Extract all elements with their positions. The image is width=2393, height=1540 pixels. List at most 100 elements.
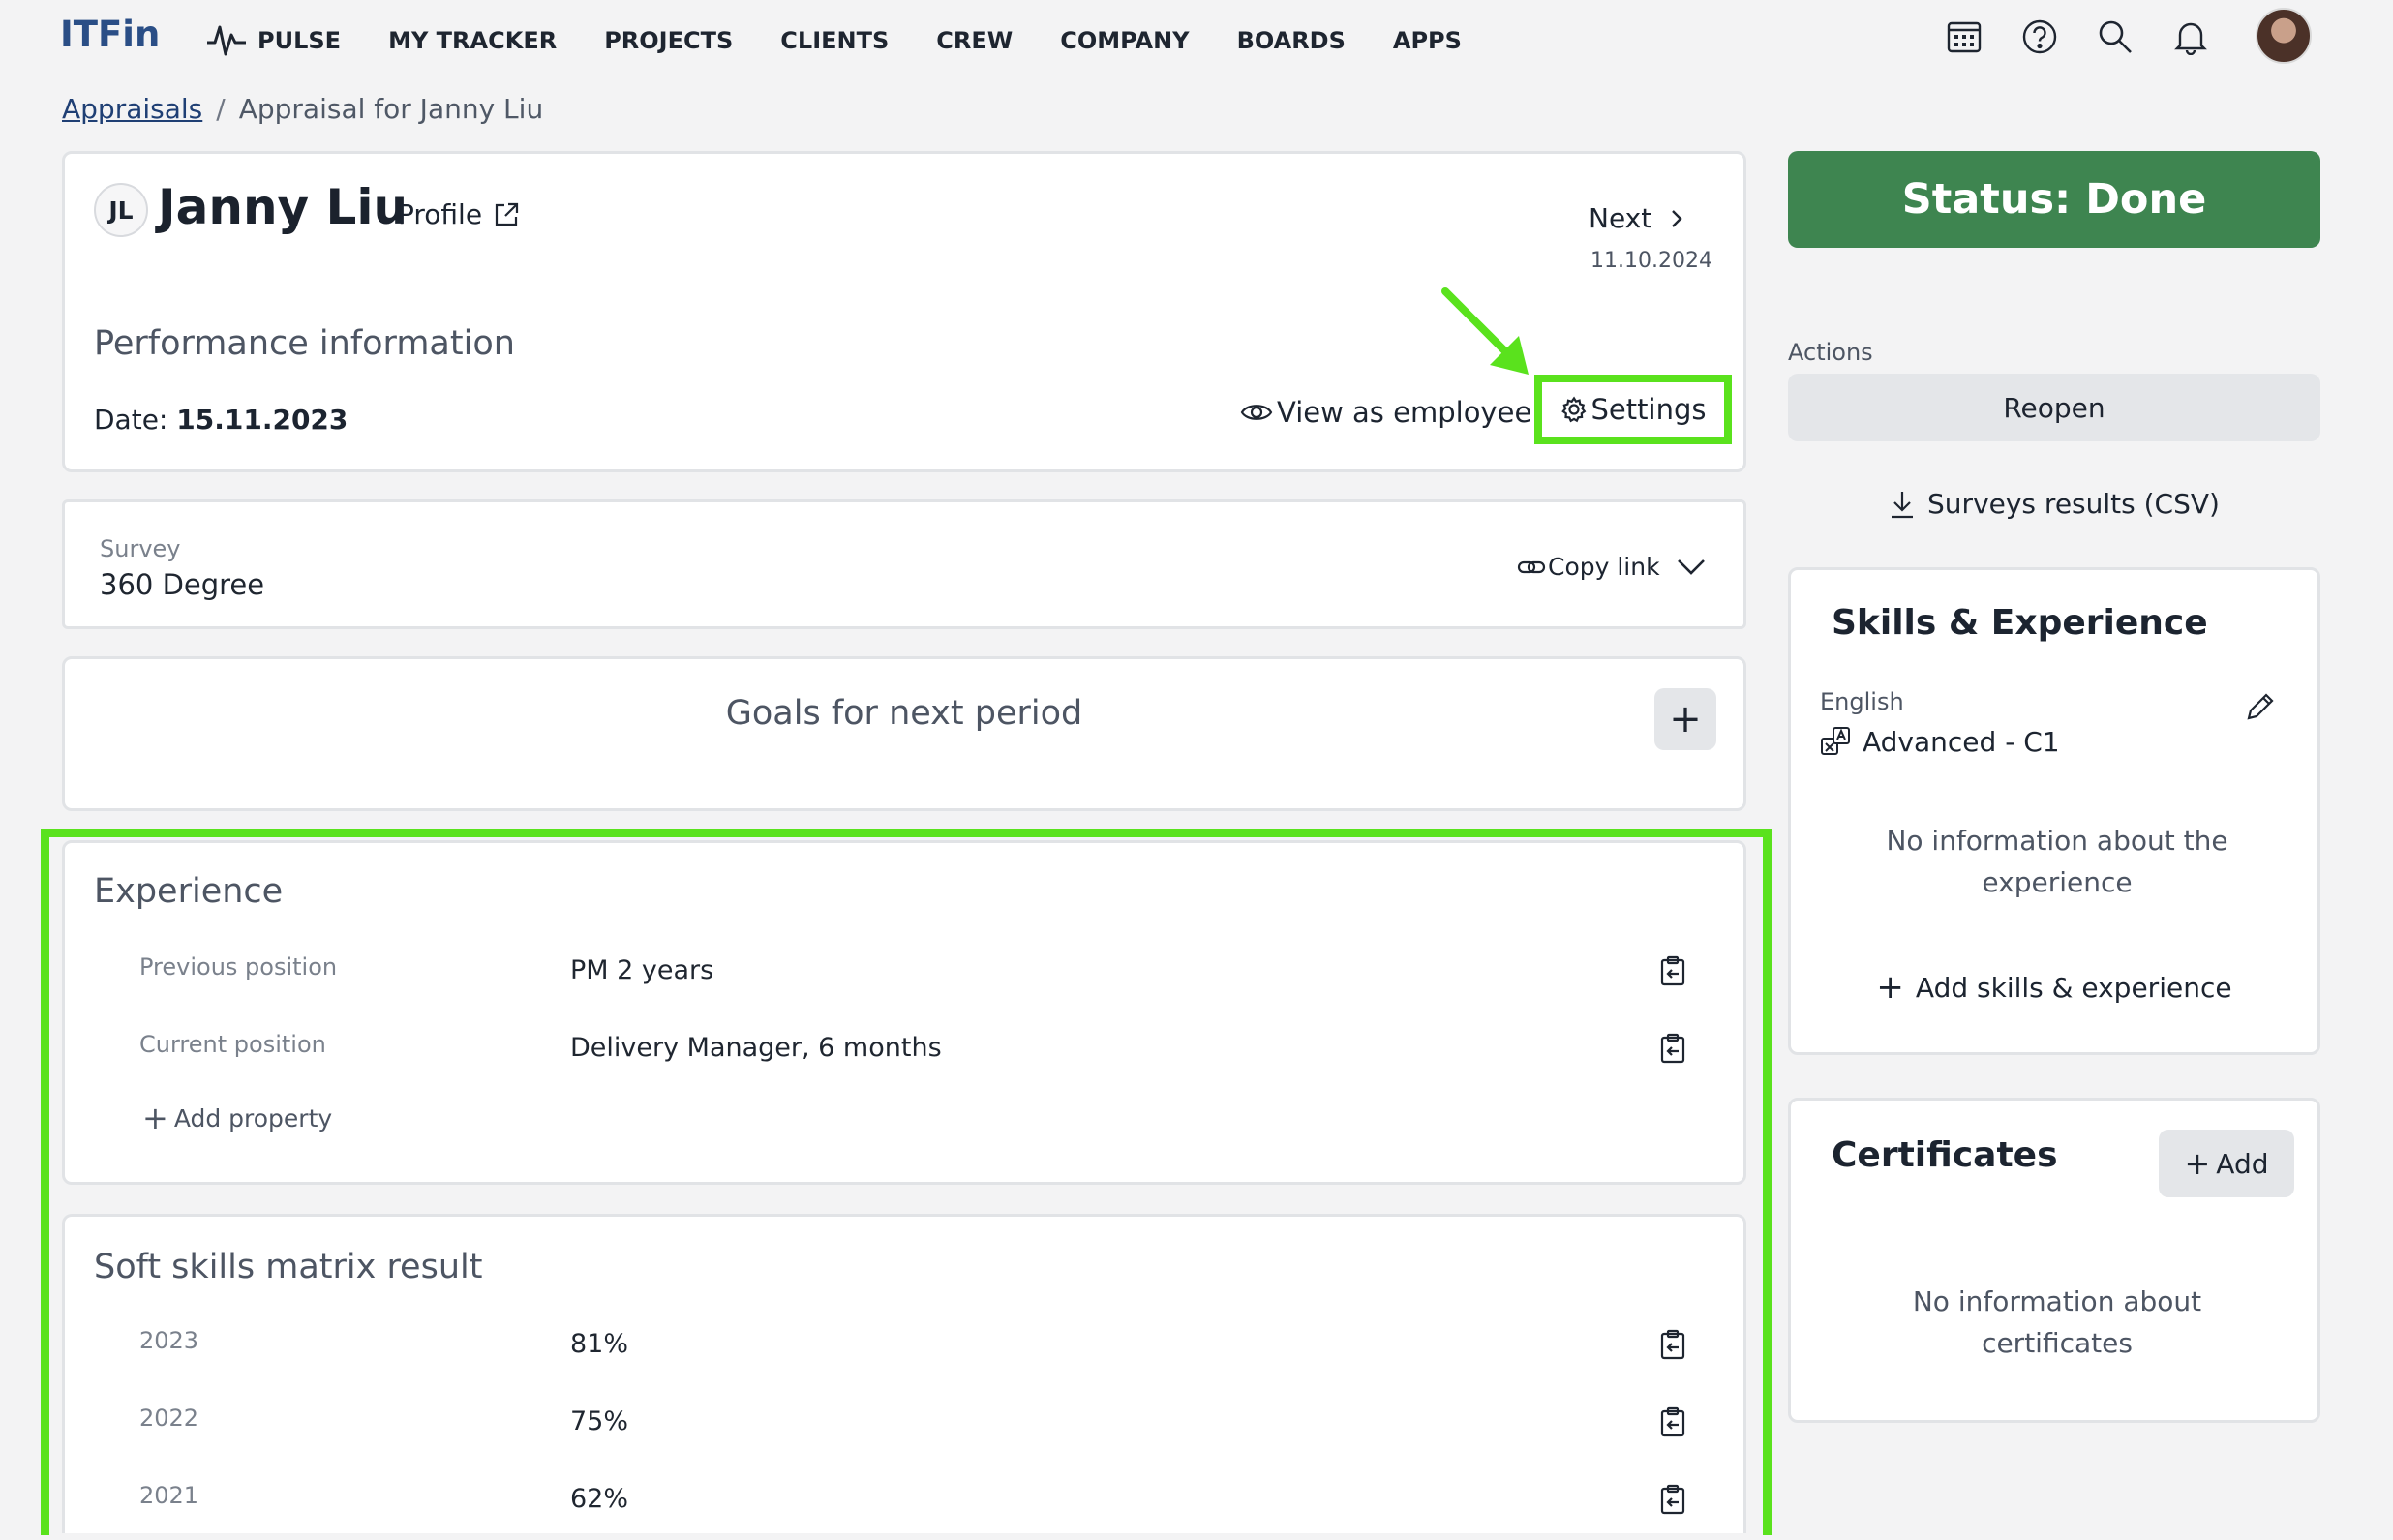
experience-row-label: Previous position <box>139 953 338 981</box>
nav-label: MY TRACKER <box>388 27 558 54</box>
settings-label: Settings <box>1590 393 1707 426</box>
language-level-value: Advanced - C1 <box>1863 725 2060 758</box>
employee-name: Janny Liu <box>158 179 409 235</box>
skills-empty-message: No information about the experience <box>1886 825 2228 898</box>
skills-card: Skills & Experience English Advanced - C… <box>1788 567 2320 1055</box>
certificates-empty-message: No information about certificates <box>1912 1285 2202 1359</box>
copy-clipboard-icon[interactable] <box>1658 1033 1687 1064</box>
add-property-label: Add property <box>173 1103 333 1132</box>
chevron-down-icon[interactable] <box>1676 557 1707 578</box>
date-label: Date: <box>94 404 168 436</box>
download-icon <box>1892 491 1914 518</box>
app-logo[interactable]: ITFin <box>60 14 160 55</box>
nav-company[interactable]: COMPANY <box>1060 27 1189 54</box>
nav-my-tracker[interactable]: MY TRACKER <box>388 27 557 54</box>
add-certificate-button[interactable]: + Add <box>2159 1130 2294 1197</box>
nav-label: CLIENTS <box>780 27 890 54</box>
reopen-button[interactable]: Reopen <box>1788 374 2320 441</box>
external-link-icon <box>495 202 519 226</box>
next-label: Next <box>1589 202 1652 234</box>
next-appraisal-button[interactable]: Next <box>1589 202 1688 234</box>
user-avatar[interactable] <box>2256 8 2312 64</box>
pulse-icon <box>207 25 246 56</box>
search-icon[interactable] <box>2077 12 2153 62</box>
employee-initials: JL <box>108 196 134 225</box>
appraisal-date: Date: 15.11.2023 <box>94 404 348 436</box>
plus-icon: + <box>2184 1145 2211 1182</box>
profile-link[interactable]: Profile <box>398 198 521 230</box>
employee-card: JL Janny Liu Profile Next 11.10.2024 Per… <box>62 151 1746 472</box>
calendar-icon[interactable] <box>1926 12 2002 62</box>
nav-apps[interactable]: APPS <box>1393 27 1462 54</box>
soft-skills-score: 62% <box>570 1484 629 1514</box>
soft-skills-year: 2022 <box>139 1404 199 1432</box>
plus-icon: + <box>1876 968 1904 1007</box>
experience-row-label: Current position <box>139 1031 326 1058</box>
breadcrumb: Appraisals / Appraisal for Janny Liu <box>62 93 543 125</box>
nav-pulse[interactable]: PULSE <box>205 21 341 60</box>
bell-icon[interactable] <box>2153 12 2228 62</box>
plus-icon: + <box>142 1100 168 1136</box>
breadcrumb-separator: / <box>216 93 226 125</box>
breadcrumb-appraisals-link[interactable]: Appraisals <box>62 93 202 125</box>
nav-projects[interactable]: PROJECTS <box>604 27 733 54</box>
soft-skills-score: 75% <box>570 1406 629 1436</box>
language-level: Advanced - C1 <box>1820 725 2060 758</box>
add-skills-button[interactable]: + Add skills & experience <box>1791 971 2317 1004</box>
experience-row-value: Delivery Manager, 6 months <box>570 1033 942 1063</box>
experience-card: Experience Previous position PM 2 years … <box>62 840 1746 1185</box>
goals-card: Goals for next period + <box>62 656 1746 811</box>
add-goal-button[interactable]: + <box>1654 688 1716 750</box>
settings-button[interactable]: Settings <box>1534 375 1732 444</box>
nav-label: PROJECTS <box>604 27 734 54</box>
soft-skills-year: 2023 <box>139 1327 199 1354</box>
copy-link-label: Copy link <box>1548 553 1660 581</box>
nav-label: COMPANY <box>1060 27 1190 54</box>
link-icon <box>1517 560 1546 573</box>
help-icon[interactable] <box>2002 12 2077 62</box>
eye-icon <box>1240 405 1273 420</box>
goals-title: Goals for next period <box>725 694 1083 733</box>
soft-skills-title: Soft skills matrix result <box>94 1248 483 1286</box>
copy-clipboard-icon[interactable] <box>1658 1406 1687 1437</box>
actions-label: Actions <box>1788 339 1873 366</box>
pencil-icon[interactable] <box>2244 690 2277 723</box>
nav-label: BOARDS <box>1236 27 1346 54</box>
surveys-csv-button[interactable]: Surveys results (CSV) <box>1788 488 2320 520</box>
status-badge: Status: Done <box>1788 151 2320 248</box>
arrow-annotation-icon <box>1441 287 1529 375</box>
employee-initials-badge: JL <box>94 183 148 237</box>
view-as-employee-button[interactable]: View as employee <box>1240 396 1531 429</box>
header-actions <box>1926 12 2228 62</box>
skills-title: Skills & Experience <box>1832 603 2208 643</box>
survey-label: Survey <box>100 535 181 562</box>
experience-title: Experience <box>94 872 284 911</box>
performance-info-title: Performance information <box>94 324 515 363</box>
language-label: English <box>1820 688 1904 715</box>
surveys-csv-label: Surveys results (CSV) <box>1927 488 2220 520</box>
soft-skills-year: 2021 <box>139 1482 199 1509</box>
add-goal-label: + <box>1669 697 1702 741</box>
main-nav: PULSE MY TRACKER PROJECTS CLIENTS CREW C… <box>205 21 1509 60</box>
add-property-button[interactable]: + Add property <box>142 1102 332 1133</box>
survey-card: Survey 360 Degree Copy link <box>62 499 1746 629</box>
gear-icon <box>1560 396 1586 423</box>
copy-clipboard-icon[interactable] <box>1658 1484 1687 1515</box>
next-date: 11.10.2024 <box>1590 249 1712 273</box>
nav-crew[interactable]: CREW <box>936 27 1013 54</box>
nav-label: PULSE <box>257 27 342 54</box>
nav-boards[interactable]: BOARDS <box>1237 27 1346 54</box>
nav-clients[interactable]: CLIENTS <box>780 27 889 54</box>
add-skills-label: Add skills & experience <box>1915 971 2232 1004</box>
chevron-right-icon <box>1672 209 1682 227</box>
copy-clipboard-icon[interactable] <box>1658 1329 1687 1360</box>
certificates-title: Certificates <box>1832 1135 2058 1175</box>
copy-link-button[interactable]: Copy link <box>1517 553 1660 581</box>
profile-label: Profile <box>398 198 483 230</box>
breadcrumb-current: Appraisal for Janny Liu <box>238 93 544 125</box>
nav-label: CREW <box>936 27 1014 54</box>
copy-clipboard-icon[interactable] <box>1658 955 1687 986</box>
view-as-employee-label: View as employee <box>1277 396 1532 429</box>
translate-icon <box>1821 727 1850 755</box>
nav-label: APPS <box>1392 27 1462 54</box>
